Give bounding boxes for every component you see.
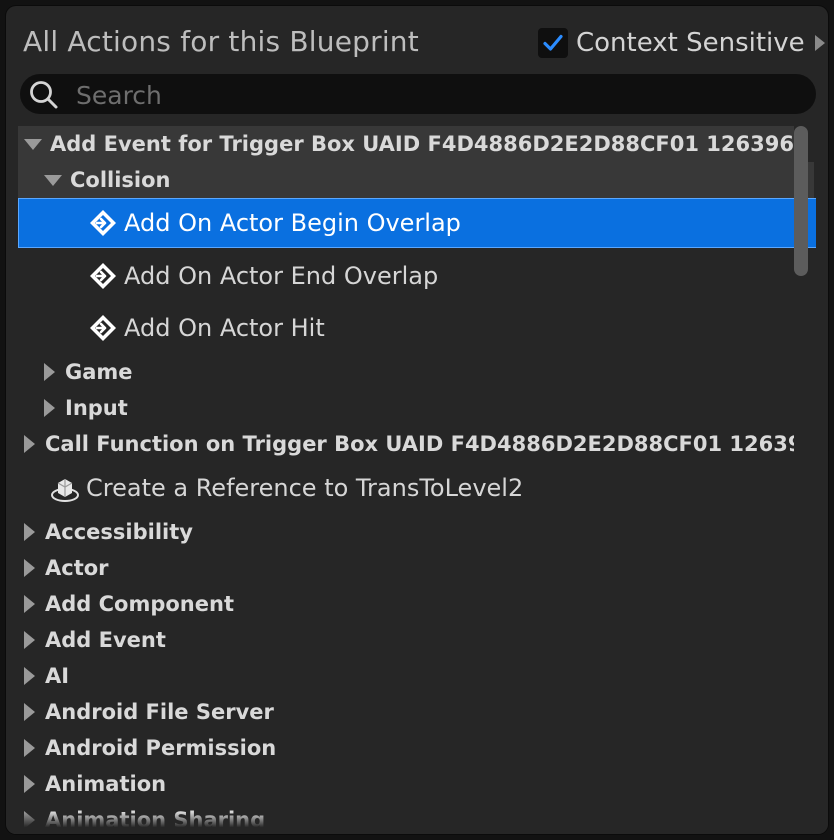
category-ai[interactable]: AI (18, 658, 794, 694)
category-label: Add Component (45, 592, 234, 616)
category-actor[interactable]: Actor (18, 550, 794, 586)
category-collision[interactable]: Collision (18, 162, 814, 198)
action-label: Create a Reference to TransToLevel2 (86, 474, 524, 502)
category-add-event-for-trigger-box-uaid-f4d4886d2e2d88cf01-1263960689[interactable]: Add Event for Trigger Box UAID F4D4886D2… (18, 126, 794, 162)
panel-header: All Actions for this Blueprint Context S… (6, 6, 828, 76)
category-label: Input (65, 396, 128, 420)
expand-arrow-icon[interactable] (24, 435, 35, 453)
category-label: AI (45, 664, 70, 688)
event-icon (90, 263, 116, 289)
action-item-create-a-reference-to-transtolevel2[interactable]: Create a Reference to TransToLevel2 (18, 462, 816, 514)
search-icon (30, 81, 58, 109)
action-label: Add On Actor Hit (124, 314, 325, 342)
action-menu-panel: All Actions for this Blueprint Context S… (6, 6, 828, 834)
checkmark-icon (543, 34, 563, 51)
category-accessibility[interactable]: Accessibility (18, 514, 794, 550)
expand-arrow-icon[interactable] (24, 703, 35, 721)
expand-arrow-icon[interactable] (24, 775, 35, 793)
category-label: Actor (45, 556, 109, 580)
panel-title: All Actions for this Blueprint (23, 25, 419, 58)
action-label: Add On Actor End Overlap (124, 262, 439, 290)
category-animation[interactable]: Animation (18, 766, 794, 802)
context-sensitive-checkbox[interactable] (538, 28, 568, 58)
action-item-add-on-actor-begin-overlap[interactable]: Add On Actor Begin Overlap (18, 198, 816, 248)
category-label: Game (65, 360, 133, 384)
action-tree: Add Event for Trigger Box UAID F4D4886D2… (18, 122, 816, 834)
category-label: Accessibility (45, 520, 193, 544)
collapse-arrow-icon[interactable] (44, 174, 62, 186)
category-input[interactable]: Input (18, 390, 814, 426)
vertical-scrollbar[interactable] (794, 126, 808, 826)
expand-arrow-icon[interactable] (44, 363, 55, 381)
expand-arrow-icon[interactable] (24, 667, 35, 685)
category-android-permission[interactable]: Android Permission (18, 730, 794, 766)
expand-arrow-icon[interactable] (24, 595, 35, 613)
category-add-event[interactable]: Add Event (18, 622, 794, 658)
category-label: Android Permission (45, 736, 277, 760)
expand-arrow-icon[interactable] (44, 399, 55, 417)
search-input[interactable] (74, 76, 798, 114)
expand-arrow-icon[interactable] (24, 559, 35, 577)
action-item-add-on-actor-end-overlap[interactable]: Add On Actor End Overlap (18, 250, 816, 302)
category-android-file-server[interactable]: Android File Server (18, 694, 794, 730)
expand-arrow-icon[interactable] (24, 523, 35, 541)
event-icon (90, 210, 116, 236)
category-label: Add Event for Trigger Box UAID F4D4886D2… (50, 132, 794, 156)
search-bar[interactable] (20, 74, 816, 114)
expand-arrow-icon[interactable] (814, 35, 825, 51)
action-label: Add On Actor Begin Overlap (124, 209, 461, 237)
reference-icon (51, 479, 79, 502)
list-bottom-fade (6, 812, 828, 834)
context-sensitive-label: Context Sensitive (576, 28, 805, 58)
category-call-function-on-trigger-box-uaid-f4d4886d2e2d88cf01-1263960689[interactable]: Call Function on Trigger Box UAID F4D488… (18, 426, 794, 462)
category-game[interactable]: Game (18, 354, 814, 390)
action-item-add-on-actor-hit[interactable]: Add On Actor Hit (18, 302, 816, 354)
category-label: Collision (70, 168, 171, 192)
scrollbar-thumb[interactable] (794, 126, 808, 276)
collapse-arrow-icon[interactable] (24, 138, 42, 150)
category-label: Add Event (45, 628, 166, 652)
category-label: Animation (45, 772, 167, 796)
context-sensitive-toggle[interactable]: Context Sensitive (538, 26, 825, 60)
expand-arrow-icon[interactable] (24, 739, 35, 757)
expand-arrow-icon[interactable] (24, 631, 35, 649)
event-icon (90, 315, 116, 341)
category-label: Call Function on Trigger Box UAID F4D488… (45, 432, 794, 456)
category-label: Android File Server (45, 700, 274, 724)
category-add-component[interactable]: Add Component (18, 586, 794, 622)
